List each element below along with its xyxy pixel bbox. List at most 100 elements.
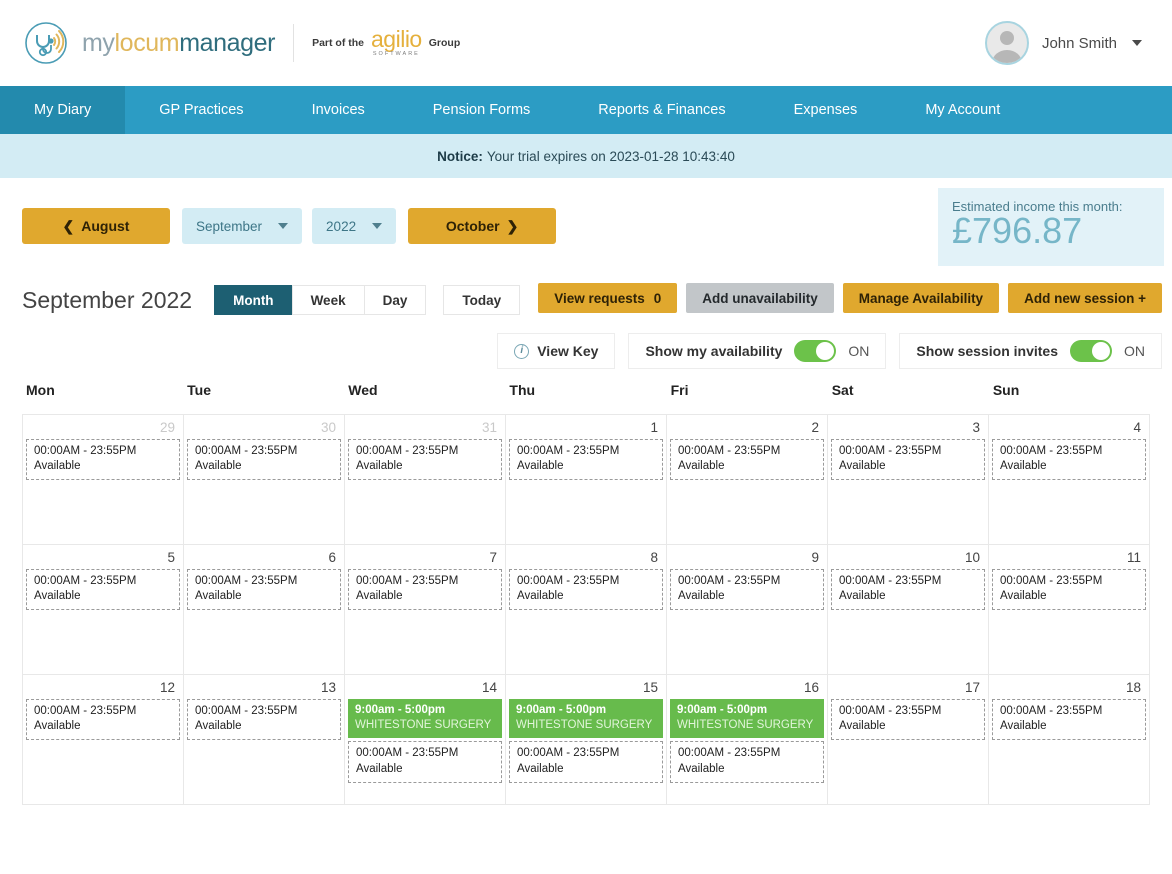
view-week-button[interactable]: Week — [292, 285, 365, 315]
calendar-day-cell[interactable]: 1700:00AM - 23:55PMAvailable — [828, 675, 989, 805]
availability-event[interactable]: 00:00AM - 23:55PMAvailable — [992, 439, 1146, 480]
session-practice: WHITESTONE SURGERY — [516, 718, 657, 733]
availability-event[interactable]: 00:00AM - 23:55PMAvailable — [509, 741, 663, 782]
calendar-day-cell[interactable]: 169:00am - 5:00pmWHITESTONE SURGERY00:00… — [667, 675, 828, 805]
chevron-right-icon: ❯ — [507, 219, 519, 233]
manage-availability-button[interactable]: Manage Availability — [843, 283, 999, 313]
show-session-invites-toggle[interactable]: Show session invites ON — [899, 333, 1162, 369]
session-invite-event[interactable]: 9:00am - 5:00pmWHITESTONE SURGERY — [670, 699, 824, 738]
availability-time: 00:00AM - 23:55PM — [195, 704, 334, 719]
availability-event[interactable]: 00:00AM - 23:55PMAvailable — [26, 699, 180, 740]
availability-label: Available — [678, 459, 817, 474]
day-number: 29 — [26, 418, 180, 439]
availability-time: 00:00AM - 23:55PM — [1000, 574, 1139, 589]
day-number: 4 — [992, 418, 1146, 439]
calendar-day-cell[interactable]: 800:00AM - 23:55PMAvailable — [506, 545, 667, 675]
availability-event[interactable]: 00:00AM - 23:55PMAvailable — [509, 439, 663, 480]
view-requests-button[interactable]: View requests 0 — [538, 283, 677, 313]
availability-event[interactable]: 00:00AM - 23:55PMAvailable — [670, 439, 824, 480]
calendar-day-cell[interactable]: 1100:00AM - 23:55PMAvailable — [989, 545, 1150, 675]
year-select[interactable]: 2022 — [312, 208, 396, 244]
availability-time: 00:00AM - 23:55PM — [517, 746, 656, 761]
calendar-day-cell[interactable]: 2900:00AM - 23:55PMAvailable — [23, 415, 184, 545]
brand-logo[interactable]: mylocummanager — [24, 21, 275, 65]
show-my-availability-toggle[interactable]: Show my availability ON — [628, 333, 886, 369]
user-menu[interactable]: John Smith — [985, 21, 1142, 65]
availability-event[interactable]: 00:00AM - 23:55PMAvailable — [348, 741, 502, 782]
availability-event[interactable]: 00:00AM - 23:55PMAvailable — [348, 569, 502, 610]
availability-event[interactable]: 00:00AM - 23:55PMAvailable — [509, 569, 663, 610]
nav-item-my-diary[interactable]: My Diary — [0, 86, 125, 134]
availability-time: 00:00AM - 23:55PM — [356, 444, 495, 459]
availability-switch[interactable] — [794, 340, 836, 362]
calendar-day-cell[interactable]: 1800:00AM - 23:55PMAvailable — [989, 675, 1150, 805]
calendar-day-cell[interactable]: 149:00am - 5:00pmWHITESTONE SURGERY00:00… — [345, 675, 506, 805]
session-invite-event[interactable]: 9:00am - 5:00pmWHITESTONE SURGERY — [348, 699, 502, 738]
availability-event[interactable]: 00:00AM - 23:55PMAvailable — [348, 439, 502, 480]
add-new-session-button[interactable]: Add new session + — [1008, 283, 1162, 313]
user-name-label: John Smith — [1042, 35, 1117, 52]
caret-down-icon[interactable] — [1132, 40, 1142, 46]
availability-event[interactable]: 00:00AM - 23:55PMAvailable — [670, 569, 824, 610]
year-select-value: 2022 — [326, 219, 356, 234]
availability-event[interactable]: 00:00AM - 23:55PMAvailable — [831, 699, 985, 740]
day-number: 2 — [670, 418, 824, 439]
calendar-day-cell[interactable]: 159:00am - 5:00pmWHITESTONE SURGERY00:00… — [506, 675, 667, 805]
calendar-day-cell[interactable]: 500:00AM - 23:55PMAvailable — [23, 545, 184, 675]
availability-event[interactable]: 00:00AM - 23:55PMAvailable — [26, 439, 180, 480]
nav-item-invoices[interactable]: Invoices — [278, 86, 399, 134]
nav-item-pension-forms[interactable]: Pension Forms — [399, 86, 565, 134]
nav-item-expenses[interactable]: Expenses — [760, 86, 892, 134]
calendar-day-cell[interactable]: 3000:00AM - 23:55PMAvailable — [184, 415, 345, 545]
calendar-day-cell[interactable]: 1000:00AM - 23:55PMAvailable — [828, 545, 989, 675]
view-key-button[interactable]: i View Key — [497, 333, 615, 369]
calendar-day-cell[interactable]: 1200:00AM - 23:55PMAvailable — [23, 675, 184, 805]
availability-event[interactable]: 00:00AM - 23:55PMAvailable — [992, 699, 1146, 740]
calendar-day-cell[interactable]: 100:00AM - 23:55PMAvailable — [506, 415, 667, 545]
availability-event[interactable]: 00:00AM - 23:55PMAvailable — [187, 699, 341, 740]
availability-time: 00:00AM - 23:55PM — [839, 574, 978, 589]
calendar-day-cell[interactable]: 600:00AM - 23:55PMAvailable — [184, 545, 345, 675]
availability-label: Available — [517, 762, 656, 777]
availability-event[interactable]: 00:00AM - 23:55PMAvailable — [992, 569, 1146, 610]
availability-event[interactable]: 00:00AM - 23:55PMAvailable — [831, 439, 985, 480]
day-number: 6 — [187, 548, 341, 569]
session-time: 9:00am - 5:00pm — [516, 703, 657, 718]
today-button[interactable]: Today — [443, 285, 520, 315]
availability-label: Available — [34, 589, 173, 604]
calendar-day-cell[interactable]: 300:00AM - 23:55PMAvailable — [828, 415, 989, 545]
calendar-day-cell[interactable]: 200:00AM - 23:55PMAvailable — [667, 415, 828, 545]
calendar-day-cell[interactable]: 3100:00AM - 23:55PMAvailable — [345, 415, 506, 545]
view-month-button[interactable]: Month — [214, 285, 292, 315]
nav-item-reports-finances[interactable]: Reports & Finances — [564, 86, 759, 134]
brand-word-locum: locum — [115, 29, 180, 57]
availability-time: 00:00AM - 23:55PM — [517, 444, 656, 459]
calendar-day-cell[interactable]: 900:00AM - 23:55PMAvailable — [667, 545, 828, 675]
month-select-value: September — [196, 219, 262, 234]
availability-event[interactable]: 00:00AM - 23:55PMAvailable — [187, 439, 341, 480]
month-select[interactable]: September — [182, 208, 302, 244]
calendar-day-cell[interactable]: 700:00AM - 23:55PMAvailable — [345, 545, 506, 675]
view-day-button[interactable]: Day — [364, 285, 427, 315]
day-number: 10 — [831, 548, 985, 569]
availability-label: Available — [1000, 459, 1139, 474]
availability-event[interactable]: 00:00AM - 23:55PMAvailable — [187, 569, 341, 610]
nav-item-gp-practices[interactable]: GP Practices — [125, 86, 277, 134]
availability-event[interactable]: 00:00AM - 23:55PMAvailable — [670, 741, 824, 782]
add-unavailability-button[interactable]: Add unavailability — [686, 283, 834, 313]
next-month-button[interactable]: October ❯ — [408, 208, 556, 244]
nav-item-my-account[interactable]: My Account — [891, 86, 1034, 134]
calendar-day-cell[interactable]: 1300:00AM - 23:55PMAvailable — [184, 675, 345, 805]
group-label: Group — [429, 37, 461, 49]
previous-month-button[interactable]: ❮ August — [22, 208, 170, 244]
invites-switch[interactable] — [1070, 340, 1112, 362]
calendar-day-cell[interactable]: 400:00AM - 23:55PMAvailable — [989, 415, 1150, 545]
day-number: 5 — [26, 548, 180, 569]
view-requests-label: View requests — [554, 291, 645, 306]
session-invite-event[interactable]: 9:00am - 5:00pmWHITESTONE SURGERY — [509, 699, 663, 738]
show-session-invites-label: Show session invites — [916, 343, 1058, 359]
availability-event[interactable]: 00:00AM - 23:55PMAvailable — [831, 569, 985, 610]
availability-event[interactable]: 00:00AM - 23:55PMAvailable — [26, 569, 180, 610]
availability-state: ON — [848, 343, 869, 359]
availability-time: 00:00AM - 23:55PM — [34, 704, 173, 719]
